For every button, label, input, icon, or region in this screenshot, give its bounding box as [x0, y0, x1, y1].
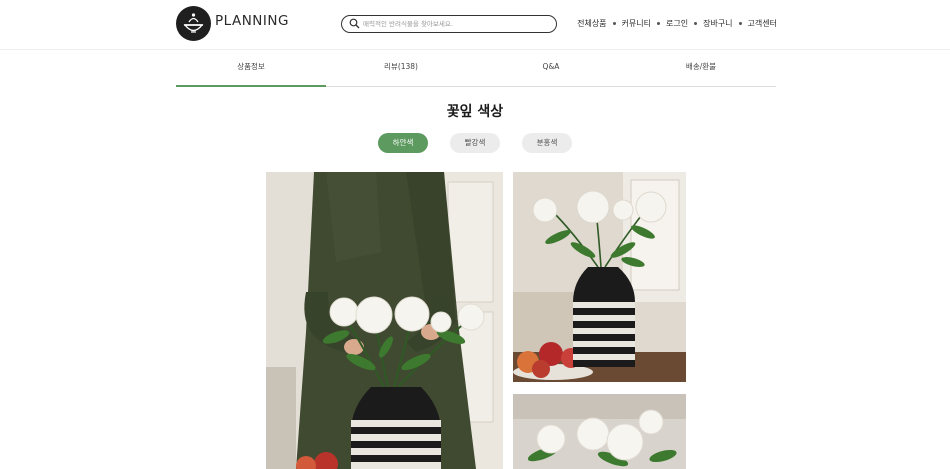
- product-photo-side-1[interactable]: [513, 172, 686, 382]
- nav-community[interactable]: 커뮤니티: [622, 18, 651, 29]
- nav-separator: [612, 22, 616, 25]
- search-bar[interactable]: [341, 15, 557, 33]
- nav-login[interactable]: 로그인: [666, 18, 688, 29]
- food-bowl-icon: [183, 13, 204, 33]
- color-chip-pink[interactable]: 분홍색: [522, 133, 572, 153]
- color-options: 하얀색 빨강색 분홍색: [0, 133, 950, 153]
- product-photo-main[interactable]: [266, 172, 503, 469]
- color-chip-white[interactable]: 하얀색: [378, 133, 428, 153]
- nav-all-products[interactable]: 전체상품: [577, 18, 606, 29]
- product-tabs: 상품정보 리뷰(138) Q&A 배송/환불: [176, 50, 776, 87]
- nav-customer-center[interactable]: 고객센터: [748, 18, 777, 29]
- nav-separator: [657, 22, 660, 25]
- top-nav: 전체상품 커뮤니티 로그인 장바구니 고객센터: [577, 18, 777, 29]
- nav-separator: [694, 22, 698, 25]
- color-chip-red[interactable]: 빨강색: [450, 133, 500, 153]
- nav-separator: [738, 22, 742, 25]
- logo[interactable]: [176, 6, 211, 41]
- section-title: 꽃잎 색상: [446, 104, 504, 120]
- search-input[interactable]: [363, 17, 548, 30]
- tab-shipping-refund[interactable]: 배송/환불: [626, 50, 776, 86]
- tab-reviews[interactable]: 리뷰(138): [326, 50, 476, 86]
- site-header: PLANNING 전체상품 커뮤니티 로그인 장바구니 고객센터: [0, 0, 950, 50]
- tab-product-info[interactable]: 상품정보: [176, 50, 326, 87]
- nav-cart[interactable]: 장바구니: [703, 18, 732, 29]
- product-photo-side-2[interactable]: [513, 394, 686, 469]
- tab-qna[interactable]: Q&A: [476, 50, 626, 86]
- brand-name[interactable]: PLANNING: [215, 13, 289, 29]
- search-icon: [349, 18, 360, 29]
